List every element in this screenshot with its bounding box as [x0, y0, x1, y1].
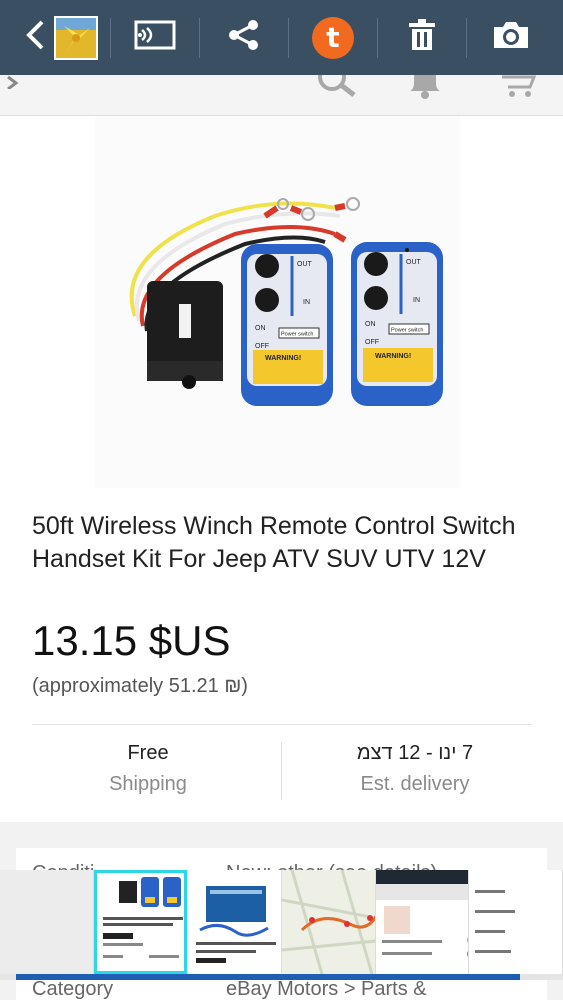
gallery-thumbnail[interactable]	[54, 15, 98, 60]
share-icon	[227, 18, 261, 57]
remote1-off-label: OFF	[255, 343, 269, 350]
thumbnail[interactable]	[469, 870, 562, 974]
thumbnail-strip[interactable]	[0, 870, 563, 974]
column-separator	[281, 742, 282, 800]
shipping-label: Shipping	[109, 773, 187, 795]
thumbnail-scroll-indicator	[0, 974, 563, 980]
shipping-value: Free	[127, 742, 169, 764]
top-toolbar: t	[0, 0, 563, 75]
thumbnail[interactable]	[0, 870, 93, 974]
listing-card: OUT IN ON OFF Power switch WARNING! OUT …	[0, 116, 563, 822]
partial-chevron-icon	[6, 75, 22, 94]
background-app-bar	[0, 63, 563, 116]
remote1-on-label: ON	[255, 325, 266, 332]
cast-icon	[134, 20, 176, 55]
category-label: Category	[32, 978, 114, 1000]
delete-button[interactable]	[378, 0, 466, 75]
thumbnail[interactable]	[281, 870, 375, 974]
remote1-out-label: OUT	[297, 261, 313, 268]
back-button[interactable]	[0, 0, 110, 75]
tumblr-icon: t	[312, 16, 354, 59]
delivery-value: 7 ינו - 12 דצמ	[356, 742, 474, 764]
remote2-out-label: OUT	[406, 259, 422, 266]
back-icon	[24, 18, 46, 57]
shipping-info: Free Shipping	[23, 742, 273, 796]
cast-button[interactable]	[111, 0, 199, 75]
remote2-in-label: IN	[413, 297, 420, 304]
camera-icon	[492, 20, 530, 55]
remote2-warning-title: WARNING!	[375, 353, 411, 360]
tumblr-button[interactable]: t	[289, 0, 377, 75]
cart-icon[interactable]	[500, 75, 542, 104]
approx-price: (approximately 51.21 ₪)	[32, 675, 248, 697]
search-icon[interactable]	[316, 63, 358, 102]
remote1-power-label: Power switch	[281, 332, 313, 338]
thumbnail[interactable]	[188, 870, 281, 974]
remote1-warning-title: WARNING!	[265, 355, 301, 362]
share-button[interactable]	[200, 0, 288, 75]
remote1-in-label: IN	[303, 299, 310, 306]
delivery-label: Est. delivery	[360, 773, 470, 795]
thumbnail[interactable]	[375, 870, 469, 974]
remote2-power-label: Power switch	[391, 328, 423, 334]
remote2-on-label: ON	[365, 321, 376, 328]
bell-icon[interactable]	[408, 75, 442, 104]
scroll-indicator-fill	[16, 974, 520, 980]
thumbnail-active[interactable]	[93, 870, 188, 974]
camera-button[interactable]	[467, 0, 555, 75]
listing-title: 50ft Wireless Winch Remote Control Switc…	[32, 512, 516, 573]
category-value: eBay Motors > Parts &	[226, 978, 427, 1000]
listing-price: 13.15 $US	[32, 617, 231, 664]
divider	[32, 724, 532, 725]
remote2-off-label: OFF	[365, 339, 379, 346]
product-image[interactable]: OUT IN ON OFF Power switch WARNING! OUT …	[95, 116, 460, 488]
trash-icon	[408, 19, 436, 56]
delivery-info: 7 ינו - 12 דצמ Est. delivery	[290, 742, 540, 796]
